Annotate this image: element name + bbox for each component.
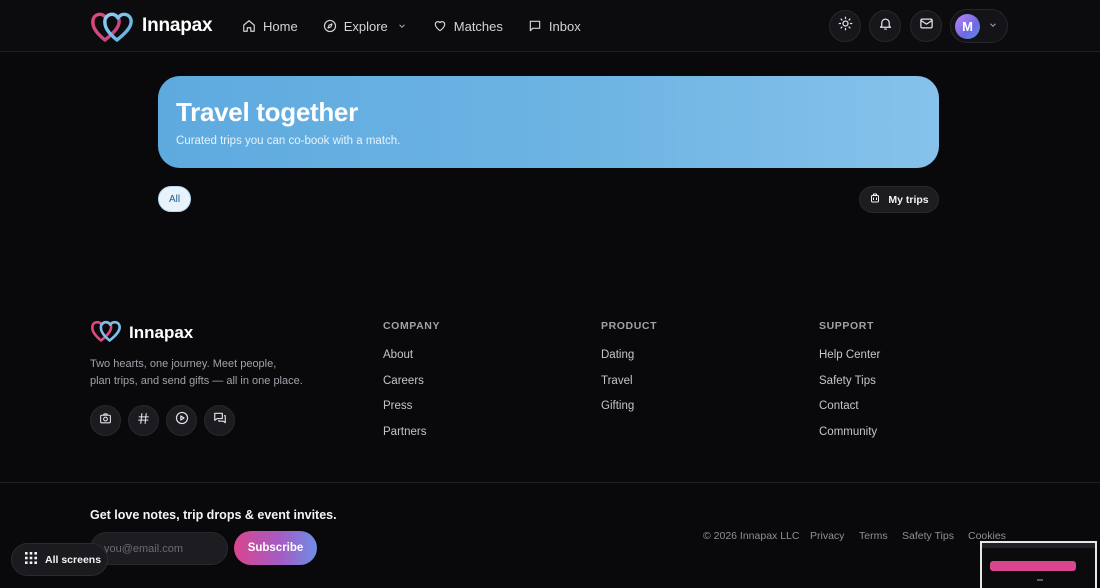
footer-link-safety-tips[interactable]: Safety Tips: [819, 374, 880, 400]
legal-link-terms[interactable]: Terms: [859, 530, 888, 542]
thumbnail-content: [1037, 579, 1043, 581]
nav-home-label: Home: [263, 18, 298, 34]
theme-toggle-button[interactable]: [829, 10, 861, 42]
footer-brand-link[interactable]: Innapax: [91, 318, 193, 348]
brand-name: Innapax: [142, 15, 213, 36]
social-links: [90, 405, 235, 436]
messages-button[interactable]: [910, 10, 942, 42]
copyright-text: © 2026 Innapax LLC: [703, 530, 800, 542]
chevron-down-icon: [397, 21, 407, 31]
hash-icon: [137, 412, 150, 430]
social-hashtag-button[interactable]: [128, 405, 159, 436]
nav-inbox[interactable]: Inbox: [528, 19, 581, 34]
user-menu-button[interactable]: M: [950, 9, 1008, 43]
camera-icon: [99, 412, 112, 430]
footer-column-support: SUPPORT Help Center Safety Tips Contact …: [819, 320, 880, 450]
footer-link-contact[interactable]: Contact: [819, 399, 880, 425]
nav-explore-label: Explore: [343, 18, 388, 34]
footer-tagline: Two hearts, one journey. Meet people, pl…: [90, 356, 320, 390]
nav-explore[interactable]: Explore: [323, 19, 407, 34]
footer-link-travel[interactable]: Travel: [601, 374, 657, 400]
chevron-down-icon: [988, 17, 998, 35]
heart-icon: [433, 19, 447, 33]
nav-matches-label: Matches: [453, 18, 503, 34]
play-icon: [175, 411, 189, 430]
footer-link-partners[interactable]: Partners: [383, 425, 440, 451]
top-navigation-bar: Innapax Home Explore Matches Inbox M: [0, 0, 1100, 52]
footer-link-help-center[interactable]: Help Center: [819, 348, 880, 374]
compass-icon: [323, 19, 337, 33]
footer-link-dating[interactable]: Dating: [601, 348, 657, 374]
newsletter-title: Get love notes, trip drops & event invit…: [90, 508, 337, 522]
footer-heading-company: COMPANY: [383, 320, 441, 332]
mail-icon: [919, 16, 934, 36]
social-chat-button[interactable]: [204, 405, 235, 436]
footer-brand-name: Innapax: [129, 323, 194, 342]
footer-link-press[interactable]: Press: [383, 399, 440, 425]
thumbnail-hero: [990, 561, 1076, 571]
nav-inbox-label: Inbox: [548, 18, 581, 34]
nav-matches[interactable]: Matches: [433, 19, 503, 34]
brand-logo-link[interactable]: Innapax: [91, 9, 213, 43]
grid-icon: [25, 552, 37, 567]
tagline-line-2: plan trips, and send gifts — all in one …: [90, 375, 303, 387]
bell-icon: [878, 16, 893, 36]
footer-heading-support: SUPPORT: [819, 320, 874, 332]
all-screens-label: All screens: [45, 553, 102, 566]
page-subtitle: Curated trips you can co-book with a mat…: [176, 135, 401, 147]
footer-link-community[interactable]: Community: [819, 425, 880, 451]
newsletter-email-input[interactable]: [90, 532, 228, 565]
message-square-icon: [528, 19, 542, 33]
footer-divider: [0, 482, 1100, 483]
my-trips-label: My trips: [888, 193, 929, 206]
subscribe-button[interactable]: Subscribe: [234, 531, 317, 565]
footer-column-product: PRODUCT Dating Travel Gifting: [601, 320, 657, 425]
page-title: Travel together: [176, 97, 358, 127]
filter-chip-all[interactable]: All: [158, 186, 191, 212]
footer-link-careers[interactable]: Careers: [383, 374, 440, 400]
footer-link-about[interactable]: About: [383, 348, 440, 374]
home-icon: [242, 19, 256, 33]
heart-logo-icon: [91, 9, 133, 43]
tagline-line-1: Two hearts, one journey. Meet people,: [90, 358, 277, 370]
social-video-button[interactable]: [166, 405, 197, 436]
hero-banner: Travel together Curated trips you can co…: [158, 76, 939, 168]
sun-icon: [838, 16, 853, 36]
notifications-button[interactable]: [869, 10, 901, 42]
social-instagram-button[interactable]: [90, 405, 121, 436]
thumbnail-topbar: [982, 543, 1095, 548]
legal-link-privacy[interactable]: Privacy: [810, 530, 844, 542]
footer-heading-product: PRODUCT: [601, 320, 658, 332]
footer-column-company: COMPANY About Careers Press Partners: [383, 320, 440, 450]
main-nav: Home Explore Matches Inbox: [242, 0, 581, 52]
my-trips-button[interactable]: My trips: [859, 186, 939, 213]
chat-icon: [213, 411, 227, 430]
all-screens-button[interactable]: All screens: [11, 543, 108, 576]
footer-link-gifting[interactable]: Gifting: [601, 399, 657, 425]
nav-home[interactable]: Home: [242, 19, 298, 34]
heart-logo-icon: [91, 318, 121, 348]
legal-link-safety-tips[interactable]: Safety Tips: [902, 530, 954, 542]
avatar: M: [955, 13, 980, 39]
suitcase-icon: [869, 192, 881, 207]
screen-preview-thumbnail[interactable]: [980, 541, 1097, 588]
